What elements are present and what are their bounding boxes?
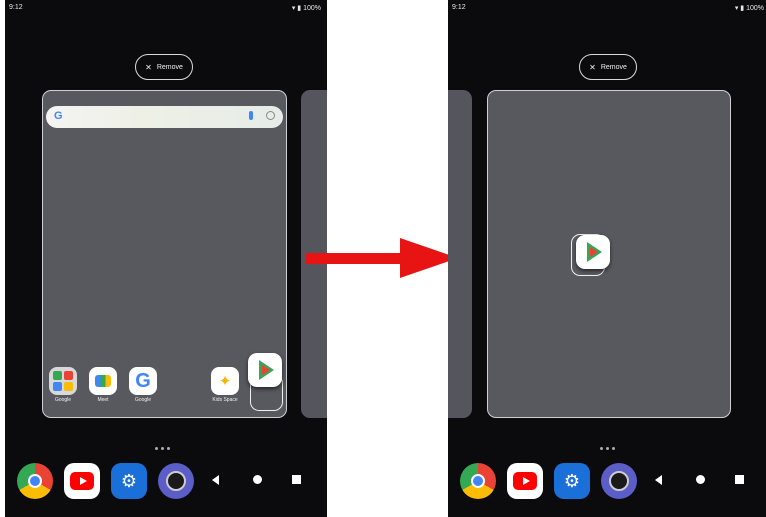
dock: ⚙ [17,463,194,499]
google-icon: G [129,367,157,395]
settings-icon[interactable]: ⚙ [554,463,590,499]
remove-label: Remove [600,63,627,71]
mic-icon[interactable] [249,111,253,120]
page-indicator [600,447,615,450]
app-google[interactable]: G Google [123,367,163,403]
app-label: Google [134,397,152,403]
home-icon[interactable] [253,475,262,484]
chrome-icon[interactable] [17,463,53,499]
back-icon[interactable] [655,475,662,485]
remove-button[interactable]: ✕ Remove [579,54,637,80]
app-meet[interactable]: Meet [83,367,123,403]
kids-space-icon: ✦ [211,367,239,395]
remove-button[interactable]: ✕ Remove [135,54,193,80]
close-icon: ✕ [145,62,152,72]
search-bar[interactable]: G [46,106,283,128]
status-bar: 9:12 ▾ ▮ 100% [5,4,327,16]
recents-icon[interactable] [735,475,744,484]
app-kids-space[interactable]: ✦ Kids Space [205,367,245,403]
chrome-icon[interactable] [460,463,496,499]
back-icon[interactable] [212,475,219,485]
left-screen: 9:12 ▾ ▮ 100% ✕ Remove G Google Meet G G… [5,0,327,517]
play-store-icon[interactable] [248,353,282,387]
settings-icon[interactable]: ⚙ [111,463,147,499]
meet-icon [89,367,117,395]
status-time: 9:12 [452,4,466,11]
previous-page-preview[interactable] [448,90,472,418]
close-icon: ✕ [589,62,596,72]
play-store-icon[interactable] [576,235,610,269]
home-page-preview[interactable]: G Google Meet G Google ✦ Kids Space [42,90,287,418]
app-label: Kids Space [212,397,238,403]
status-bar: 9:12 ▾ ▮ 100% [448,4,766,16]
dock: ⚙ [460,463,637,499]
recents-icon[interactable] [292,475,301,484]
app-label: Google [54,397,72,403]
new-page-preview[interactable] [487,90,731,418]
app-label: Meet [97,397,109,403]
camera-icon[interactable] [601,463,637,499]
remove-label: Remove [156,63,183,71]
right-screen: 9:12 ▾ ▮ 100% ✕ Remove ⚙ [448,0,766,517]
status-time: 9:12 [9,4,23,11]
folder-icon [49,367,77,395]
status-battery: ▾ ▮ 100% [734,5,764,12]
app-google-folder[interactable]: Google [43,367,83,403]
youtube-icon[interactable] [507,463,543,499]
lens-icon[interactable] [266,111,275,120]
arrow-shaft [306,253,402,264]
status-battery: ▾ ▮ 100% [291,5,321,12]
youtube-icon[interactable] [64,463,100,499]
google-logo-icon: G [54,110,63,122]
home-icon[interactable] [696,475,705,484]
camera-icon[interactable] [158,463,194,499]
page-indicator [155,447,170,450]
